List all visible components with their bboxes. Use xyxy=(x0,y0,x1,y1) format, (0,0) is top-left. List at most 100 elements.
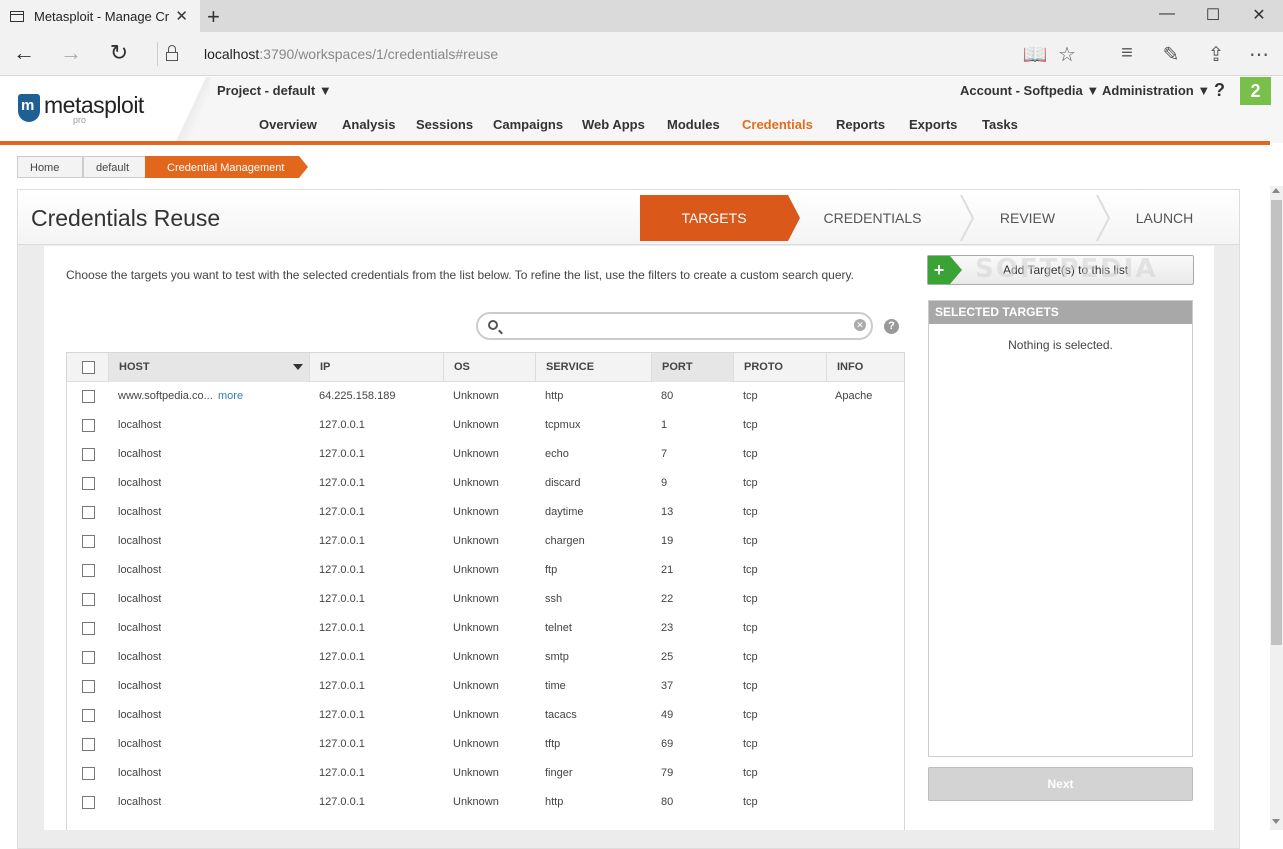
table-row[interactable]: localhost 127.0.0.1 Unknown http 80 tcp xyxy=(67,788,904,817)
table-row[interactable]: localhost 127.0.0.1 Unknown finger 79 tcp xyxy=(67,759,904,788)
row-checkbox[interactable] xyxy=(82,419,95,432)
row-checkbox[interactable] xyxy=(82,506,95,519)
account-dropdown[interactable]: Account - Softpedia ▼ xyxy=(960,83,1099,98)
hub-icon[interactable]: ≡ xyxy=(1113,42,1141,65)
table-row[interactable]: localhost 127.0.0.1 Unknown ssh 22 tcp xyxy=(67,585,904,614)
row-checkbox[interactable] xyxy=(82,593,95,606)
address-bar[interactable]: localhost:3790/workspaces/1/credentials#… xyxy=(204,46,498,62)
search-input[interactable] xyxy=(506,317,836,335)
table-row[interactable]: localhost 127.0.0.1 Unknown chargen 19 tcp xyxy=(67,527,904,556)
column-header-service[interactable]: SERVICE xyxy=(535,353,651,382)
more-icon[interactable]: ⋯ xyxy=(1245,42,1273,67)
cell-port: 9 xyxy=(661,477,668,489)
cell-os: Unknown xyxy=(453,767,499,779)
table-row[interactable]: localhost 127.0.0.1 Unknown tcpmux 1 tcp xyxy=(67,411,904,440)
menu-campaigns[interactable]: Campaigns xyxy=(493,117,563,132)
row-checkbox[interactable] xyxy=(82,651,95,664)
row-checkbox[interactable] xyxy=(82,796,95,809)
forward-icon[interactable]: → xyxy=(56,40,86,66)
administration-dropdown[interactable]: Administration ▼ xyxy=(1102,83,1210,98)
breadcrumb-credential-management[interactable]: Credential Management xyxy=(145,156,299,178)
row-checkbox[interactable] xyxy=(82,390,95,403)
cell-port: 21 xyxy=(661,564,674,576)
table-row[interactable]: localhost 127.0.0.1 Unknown time 37 tcp xyxy=(67,672,904,701)
menu-web-apps[interactable]: Web Apps xyxy=(582,117,645,132)
step-launch[interactable]: LAUNCH xyxy=(1112,195,1217,241)
browser-tab[interactable]: Metasploit - Manage Cr ✕ xyxy=(0,0,200,32)
cell-service: tcpmux xyxy=(545,419,581,431)
instructions-text: Choose the targets you want to test with… xyxy=(66,268,854,282)
refresh-icon[interactable]: ↻ xyxy=(104,40,134,66)
menu-tasks[interactable]: Tasks xyxy=(982,117,1018,132)
close-window-icon[interactable]: ✕ xyxy=(1236,5,1282,25)
menu-exports[interactable]: Exports xyxy=(909,117,957,132)
search-box[interactable]: ✕ xyxy=(476,312,873,340)
table-row[interactable]: localhost 127.0.0.1 Unknown tacacs 49 tcp xyxy=(67,701,904,730)
column-header-proto[interactable]: PROTO xyxy=(733,353,826,382)
table-row[interactable]: localhost 127.0.0.1 Unknown daytime 13 tcp xyxy=(67,498,904,527)
close-tab-icon[interactable]: ✕ xyxy=(175,7,188,25)
browser-tab-bar: Metasploit - Manage Cr ✕ + — ☐ ✕ xyxy=(0,0,1283,32)
row-checkbox[interactable] xyxy=(82,535,95,548)
cell-ip: 127.0.0.1 xyxy=(319,419,365,431)
menu-analysis[interactable]: Analysis xyxy=(342,117,395,132)
table-row[interactable]: localhost 127.0.0.1 Unknown telnet 23 tcp xyxy=(67,614,904,643)
row-checkbox[interactable] xyxy=(82,738,95,751)
scrollbar-thumb[interactable] xyxy=(1271,200,1282,645)
cell-os: Unknown xyxy=(453,535,499,547)
notification-badge[interactable]: 2 xyxy=(1240,77,1271,105)
cell-host: localhost xyxy=(118,738,162,750)
menu-overview[interactable]: Overview xyxy=(259,117,317,132)
scroll-up-icon[interactable] xyxy=(1272,188,1280,193)
step-credentials[interactable]: CREDENTIALS xyxy=(800,195,945,241)
table-row[interactable]: www.softpedia.co... more 64.225.158.189 Unk… xyxy=(67,382,904,411)
maximize-icon[interactable]: ☐ xyxy=(1190,5,1236,25)
menu-credentials[interactable]: Credentials xyxy=(742,117,813,132)
cell-port: 23 xyxy=(661,622,674,634)
menu-reports[interactable]: Reports xyxy=(836,117,885,132)
row-checkbox[interactable] xyxy=(82,767,95,780)
clear-search-icon[interactable]: ✕ xyxy=(854,319,866,331)
table-row[interactable]: localhost 127.0.0.1 Unknown ftp 21 tcp xyxy=(67,556,904,585)
table-row[interactable]: localhost 127.0.0.1 Unknown smtp 25 tcp xyxy=(67,643,904,672)
select-all-checkbox[interactable] xyxy=(82,361,95,374)
cell-port: 49 xyxy=(661,709,674,721)
search-help-icon[interactable]: ? xyxy=(884,319,899,334)
cell-host: localhost xyxy=(118,651,162,663)
row-checkbox[interactable] xyxy=(82,448,95,461)
menu-modules[interactable]: Modules xyxy=(667,117,720,132)
row-checkbox[interactable] xyxy=(82,477,95,490)
cell-ip: 64.225.158.189 xyxy=(319,390,396,402)
row-checkbox[interactable] xyxy=(82,564,95,577)
breadcrumb-home[interactable]: Home xyxy=(17,156,83,178)
project-dropdown[interactable]: Project - default ▼ xyxy=(217,83,332,98)
step-review[interactable]: REVIEW xyxy=(975,195,1080,241)
menu-sessions[interactable]: Sessions xyxy=(416,117,473,132)
column-header-host[interactable]: HOST xyxy=(108,353,309,382)
cell-ip: 127.0.0.1 xyxy=(319,767,365,779)
column-header-info[interactable]: INFO xyxy=(826,353,904,382)
step-targets[interactable]: TARGETS xyxy=(640,195,788,241)
cell-host: localhost xyxy=(118,796,162,808)
web-note-icon[interactable]: ✎ xyxy=(1157,42,1185,67)
more-link[interactable]: more xyxy=(218,390,243,402)
table-row[interactable]: localhost 127.0.0.1 Unknown tftp 69 tcp xyxy=(67,730,904,759)
row-checkbox[interactable] xyxy=(82,680,95,693)
back-icon[interactable]: ← xyxy=(9,40,39,66)
row-checkbox[interactable] xyxy=(82,622,95,635)
column-header-port[interactable]: PORT xyxy=(651,353,733,382)
favorite-star-icon[interactable]: ☆ xyxy=(1053,42,1081,67)
column-header-ip[interactable]: IP xyxy=(309,353,444,382)
column-header-os[interactable]: OS xyxy=(443,353,535,382)
share-icon[interactable]: ⇪ xyxy=(1202,42,1230,67)
table-row[interactable]: localhost 127.0.0.1 Unknown echo 7 tcp xyxy=(67,440,904,469)
help-icon[interactable]: ? xyxy=(1214,80,1225,101)
scroll-down-icon[interactable] xyxy=(1272,819,1280,824)
table-row[interactable]: localhost 127.0.0.1 Unknown discard 9 tcp xyxy=(67,469,904,498)
row-checkbox[interactable] xyxy=(82,709,95,722)
next-button[interactable]: Next xyxy=(928,767,1193,801)
minimize-icon[interactable]: — xyxy=(1144,5,1190,23)
cell-os: Unknown xyxy=(453,593,499,605)
new-tab-icon[interactable]: + xyxy=(207,4,220,30)
reading-view-icon[interactable]: 📖 xyxy=(1021,42,1049,67)
